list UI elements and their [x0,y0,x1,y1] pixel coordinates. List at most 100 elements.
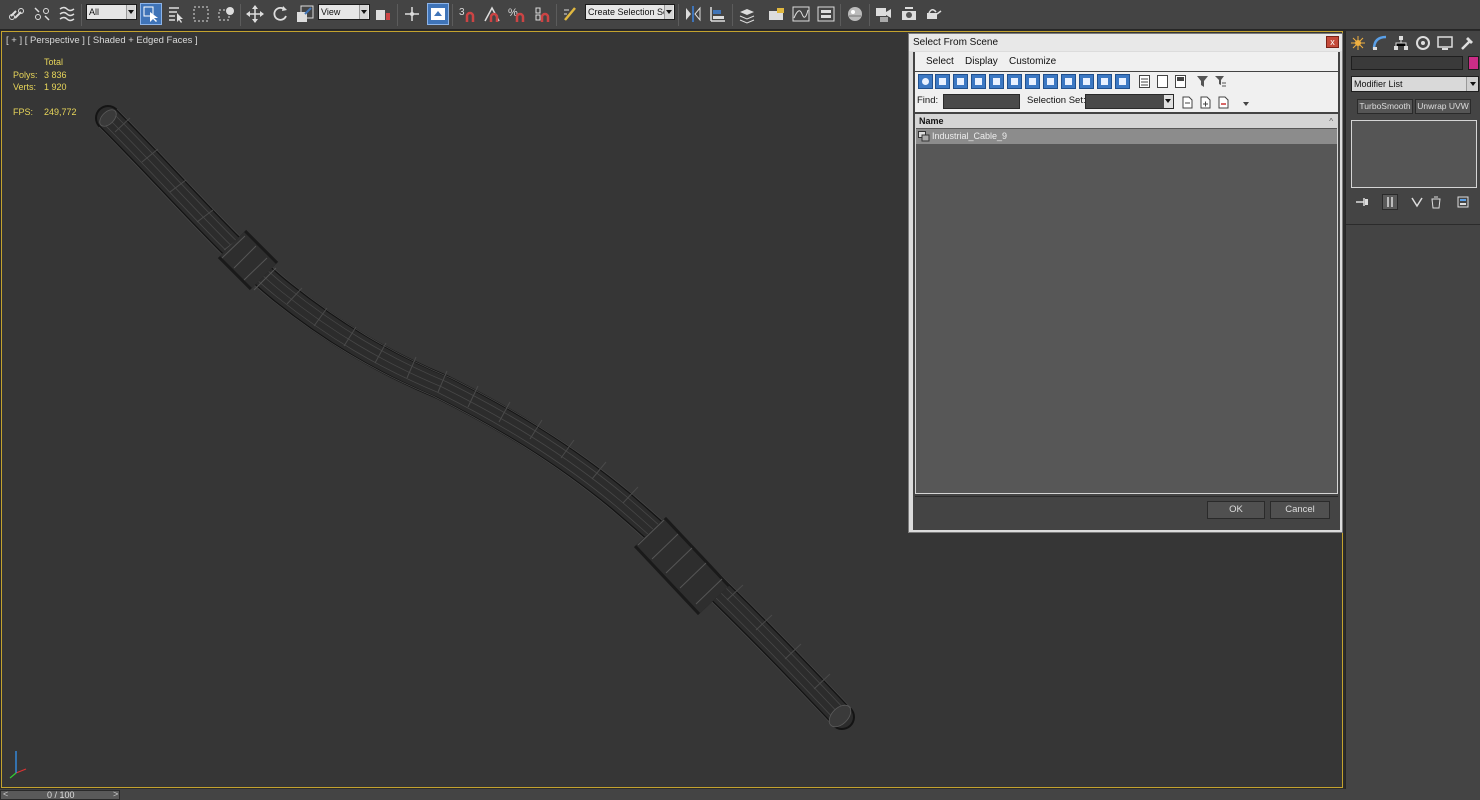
motion-tab-icon[interactable] [1413,34,1433,52]
selection-filter-dropdown[interactable]: All [86,4,137,20]
reference-coordinate-dropdown[interactable]: View [318,4,370,20]
sort-arrow-icon: ^ [1329,117,1333,126]
utilities-tab-icon[interactable] [1457,34,1477,52]
reference-coordinate-value: View [321,7,341,17]
dialog-title: Select From Scene [913,37,999,48]
scene-object-list[interactable]: Name ^ Industrial_Cable_9 [915,114,1338,494]
select-and-manipulate-icon[interactable] [401,3,423,25]
list-column-header-label: Name [919,116,944,126]
object-name-field[interactable] [1351,56,1463,70]
display-frozen-icon[interactable] [1097,74,1112,89]
scene-explorer-icon[interactable] [765,3,787,25]
dialog-close-button[interactable]: x [1326,36,1339,48]
angle-snap-icon[interactable] [481,3,503,25]
selection-set-dropdown[interactable] [1085,94,1174,109]
menu-customize[interactable]: Customize [1009,52,1056,71]
material-editor-icon[interactable] [844,3,866,25]
render-production-icon[interactable] [923,3,945,25]
time-prev-arrow[interactable]: < [3,789,8,799]
time-frame-label: 0 / 100 [47,790,75,800]
cancel-button[interactable]: Cancel [1270,501,1330,519]
dialog-find-row: Find: Selection Set: [915,92,1338,112]
select-object-icon[interactable] [140,3,162,25]
filter-funnel-icon[interactable] [1195,74,1210,89]
display-groups-icon[interactable] [1025,74,1040,89]
bind-to-space-warp-icon[interactable] [56,3,78,25]
filter-options-icon[interactable] [1213,74,1228,89]
named-selection-sets-dropdown[interactable]: Create Selection Se [585,4,675,20]
display-shapes-icon[interactable] [935,74,950,89]
pin-stack-icon[interactable] [1354,194,1370,210]
hierarchy-tab-icon[interactable] [1391,34,1411,52]
window-crossing-icon[interactable] [215,3,237,25]
ok-button[interactable]: OK [1207,501,1265,519]
percent-snap-icon[interactable]: % [506,3,528,25]
stats-fps-value: 249,772 [44,107,77,117]
make-unique-icon[interactable] [1409,194,1425,210]
snaps-toggle-icon[interactable]: 3 [456,3,478,25]
turbosmooth-button[interactable]: TurboSmooth [1357,99,1413,114]
main-toolbar: All View 3 % Create Selection Se [0,0,1480,30]
select-by-name-icon[interactable] [165,3,187,25]
list-item[interactable]: Industrial_Cable_9 [916,129,1337,144]
invert-display-icon[interactable] [1173,74,1188,89]
display-helpers-icon[interactable] [989,74,1004,89]
unlink-selection-icon[interactable] [31,3,53,25]
cable-connector-lower [633,516,731,616]
curve-editor-icon[interactable] [790,3,812,25]
display-space-warps-icon[interactable] [1007,74,1022,89]
menu-display[interactable]: Display [965,52,998,71]
dialog-filter-toolbar [915,72,1338,92]
rendered-frame-window-icon[interactable] [898,3,920,25]
select-and-move-icon[interactable] [244,3,266,25]
menu-select[interactable]: Select [926,52,954,71]
find-input[interactable] [943,94,1020,109]
edit-named-selection-icon[interactable] [560,3,582,25]
display-geometry-icon[interactable] [918,74,933,89]
mirror-icon[interactable] [682,3,704,25]
toolbar-overflow-chevron-icon[interactable] [1238,96,1253,111]
object-color-swatch[interactable] [1468,56,1479,70]
modifier-list-dropdown[interactable]: Modifier List [1351,76,1479,92]
schematic-view-icon[interactable] [815,3,837,25]
selection-set-label: Selection Set: [1027,95,1086,106]
display-all-icon[interactable] [1137,74,1152,89]
use-pivot-center-icon[interactable] [372,3,394,25]
display-lights-icon[interactable] [953,74,968,89]
display-tab-icon[interactable] [1435,34,1455,52]
select-and-link-icon[interactable] [6,3,28,25]
dialog-title-bar[interactable]: Select From Scene x [909,34,1342,51]
create-selection-set-icon[interactable] [1180,95,1195,110]
spinner-snap-icon[interactable] [531,3,553,25]
select-and-rotate-icon[interactable] [269,3,291,25]
list-column-header-name[interactable]: Name ^ [916,115,1337,128]
render-setup-icon[interactable] [873,3,895,25]
viewport-label[interactable]: [ + ] [ Perspective ] [ Shaded + Edged F… [6,35,198,46]
create-tab-icon[interactable] [1348,34,1368,52]
keyboard-shortcut-override-icon[interactable] [427,3,449,25]
time-next-arrow[interactable]: > [113,789,118,799]
modifier-stack[interactable] [1351,120,1477,188]
find-label: Find: [917,95,939,106]
remove-modifier-icon[interactable] [1428,194,1444,210]
command-panel: Modifier List TurboSmooth Unwrap UVW [1345,31,1480,789]
dialog-menu-bar: Select Display Customize [915,52,1338,71]
layer-manager-icon[interactable] [736,3,758,25]
configure-modifier-sets-icon[interactable] [1456,194,1472,210]
dialog-footer-divider [915,496,1338,497]
modify-tab-icon[interactable] [1370,34,1390,52]
unwrap-uvw-button[interactable]: Unwrap UVW [1415,99,1471,114]
display-bones-icon[interactable] [1061,74,1076,89]
display-containers-icon[interactable] [1079,74,1094,89]
align-icon[interactable] [707,3,729,25]
select-and-scale-icon[interactable] [294,3,316,25]
remove-from-selection-set-icon[interactable] [1216,95,1231,110]
show-end-result-icon[interactable] [1382,194,1398,210]
display-object-xrefs-icon[interactable] [1043,74,1058,89]
display-cameras-icon[interactable] [971,74,986,89]
add-to-selection-set-icon[interactable] [1198,95,1213,110]
display-none-icon[interactable] [1155,74,1170,89]
display-hidden-icon[interactable] [1115,74,1130,89]
rectangular-selection-icon[interactable] [190,3,212,25]
time-slider[interactable]: < 0 / 100 > [0,789,120,800]
